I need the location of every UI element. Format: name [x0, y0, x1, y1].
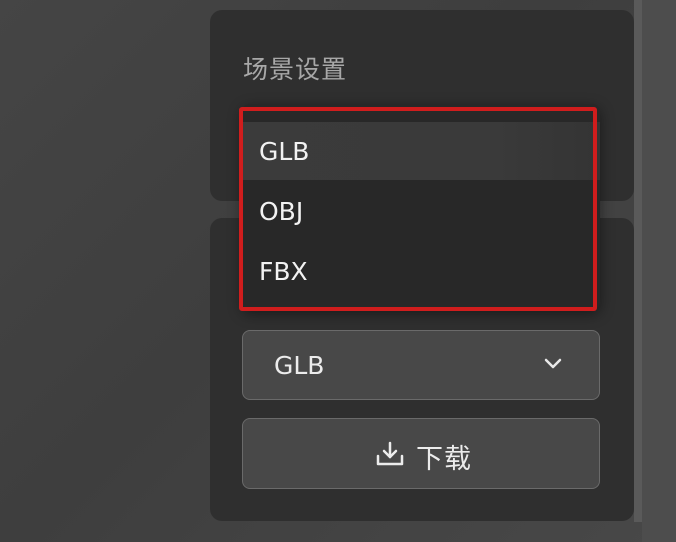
download-button-label: 下载 [416, 444, 472, 475]
format-select[interactable]: GLB [242, 330, 600, 400]
format-option-glb[interactable]: GLB [242, 122, 600, 180]
format-select-value: GLB [274, 351, 325, 380]
format-option-label: GLB [259, 137, 310, 166]
scrollbar-thumb[interactable] [634, 0, 642, 522]
chevron-down-icon [544, 358, 562, 369]
download-icon [376, 441, 404, 466]
format-option-label: FBX [259, 257, 308, 286]
download-button[interactable]: 下载 [242, 418, 600, 489]
scrollbar-track[interactable] [642, 0, 676, 542]
format-option-fbx[interactable]: FBX [242, 242, 600, 300]
format-option-label: OBJ [259, 197, 304, 226]
format-option-obj[interactable]: OBJ [242, 182, 600, 240]
format-dropdown-menu: GLB OBJ FBX [242, 104, 600, 310]
scene-settings-title: 场景设置 [243, 55, 348, 84]
